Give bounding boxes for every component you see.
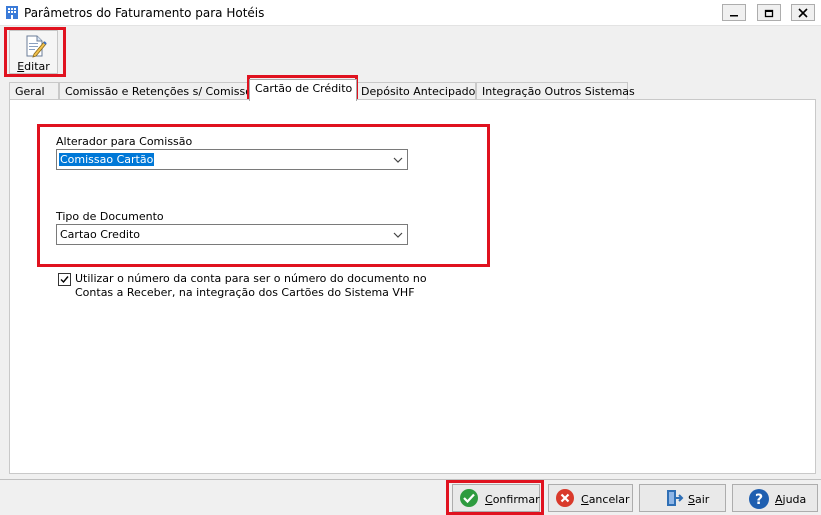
tab-label: Cartão de Crédito <box>255 82 353 95</box>
restore-icon <box>764 9 774 17</box>
edit-button-label: Editar <box>17 60 50 73</box>
minimize-button[interactable] <box>722 4 746 21</box>
tipo-documento-label: Tipo de Documento <box>56 210 164 223</box>
tab-label: Comissão e Retenções s/ Comissões <box>65 85 248 98</box>
minimize-icon <box>730 14 738 16</box>
confirm-label: Confirmar <box>485 493 540 506</box>
tab-comissao-retencoes[interactable]: Comissão e Retenções s/ Comissões <box>59 82 248 100</box>
building-icon <box>6 6 18 19</box>
chevron-down-icon <box>393 157 403 163</box>
tab-label: Geral <box>15 85 45 98</box>
help-label: Ajuda <box>775 493 807 506</box>
exit-button[interactable]: Sair <box>639 484 726 512</box>
tab-label: Integração Outros Sistemas <box>482 85 635 98</box>
exit-door-icon <box>667 490 684 506</box>
edit-button[interactable]: Editar <box>9 30 58 74</box>
close-icon <box>798 7 808 18</box>
window-title: Parâmetros do Faturamento para Hotéis <box>24 6 265 20</box>
edit-document-icon <box>26 35 47 58</box>
chevron-down-icon <box>393 232 403 238</box>
footer-divider <box>0 479 821 480</box>
close-button[interactable] <box>791 4 815 21</box>
svg-text:?: ? <box>755 492 763 508</box>
title-bar: Parâmetros do Faturamento para Hotéis <box>0 0 821 26</box>
alterador-select[interactable]: Comissao Cartão <box>56 149 408 170</box>
tab-deposito-antecipado[interactable]: Depósito Antecipado <box>355 82 476 100</box>
alterador-value: Comissao Cartão <box>59 153 155 166</box>
toolbar: Editar <box>0 26 821 78</box>
maximize-button[interactable] <box>757 4 781 21</box>
tab-cartao-de-credito[interactable]: Cartão de Crédito <box>249 79 357 101</box>
alterador-label: Alterador para Comissão <box>56 135 193 148</box>
use-account-number-label: Utilizar o número da conta para ser o nú… <box>75 272 427 299</box>
cancel-button[interactable]: Cancelar <box>548 484 633 512</box>
cancel-icon <box>556 489 574 507</box>
help-icon: ? <box>749 489 769 509</box>
tab-integracao-outros-sistemas[interactable]: Integração Outros Sistemas <box>476 82 635 100</box>
checkmark-icon <box>60 276 69 284</box>
tipo-documento-value: Cartao Credito <box>60 228 141 241</box>
use-account-number-checkbox[interactable] <box>58 273 71 286</box>
tipo-documento-select[interactable]: Cartao Credito <box>56 224 408 245</box>
help-button[interactable]: ? Ajuda <box>732 484 818 512</box>
tab-geral[interactable]: Geral <box>9 82 59 100</box>
cancel-label: Cancelar <box>581 493 630 506</box>
confirm-button[interactable]: Confirmar <box>452 484 540 512</box>
check-icon <box>460 489 478 507</box>
exit-label: Sair <box>688 493 710 506</box>
tab-label: Depósito Antecipado <box>361 85 476 98</box>
